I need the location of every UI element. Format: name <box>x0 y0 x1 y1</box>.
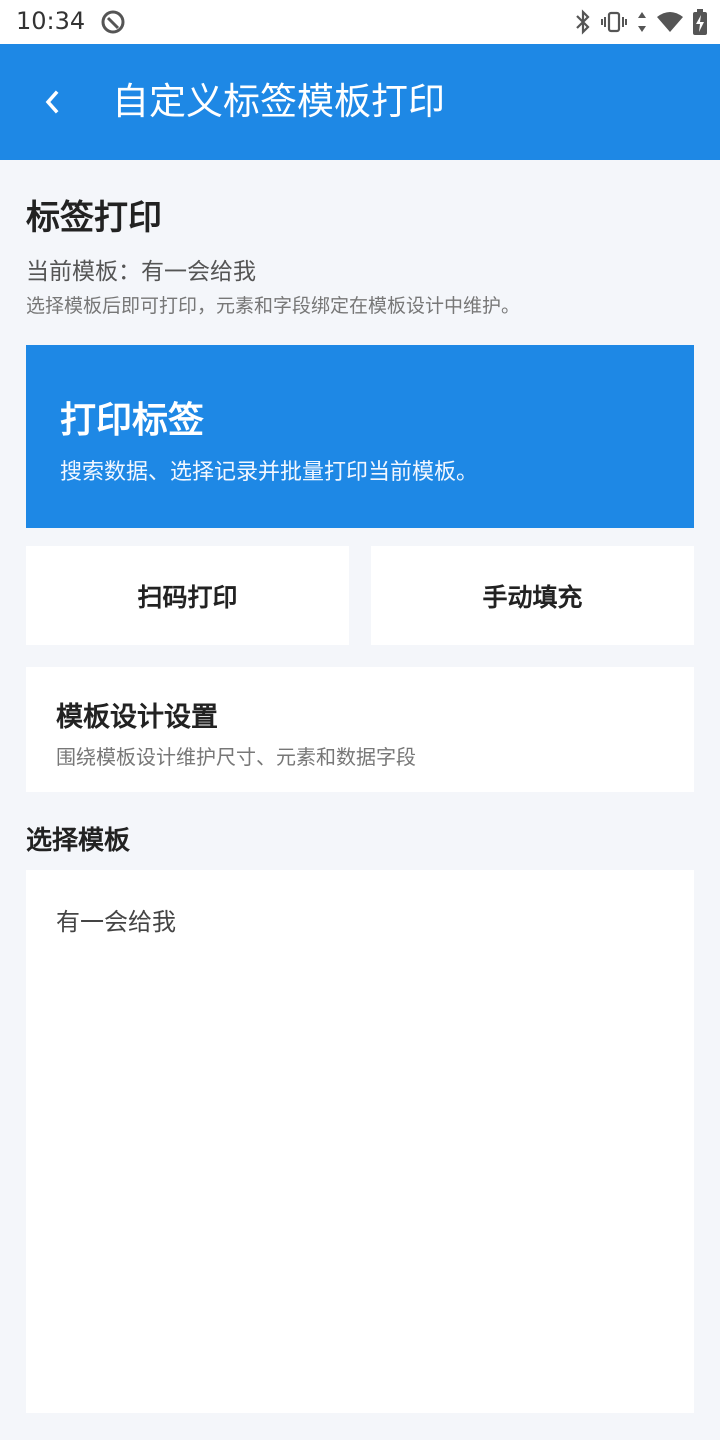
print-label-card[interactable]: 打印标签 搜索数据、选择记录并批量打印当前模板。 <box>26 345 694 528</box>
print-card-title: 打印标签 <box>60 400 205 441</box>
design-card-title: 模板设计设置 <box>56 702 218 733</box>
template-item-label: 有一会给我 <box>56 908 176 936</box>
chevron-left-icon <box>45 90 59 114</box>
data-arrows-icon <box>638 12 646 32</box>
template-list-item[interactable]: 有一会给我 <box>26 870 694 966</box>
status-bar: 10:34 <box>0 0 720 44</box>
manual-fill-button[interactable]: 手动填充 <box>371 546 694 645</box>
select-template-label: 选择模板 <box>26 826 131 856</box>
bluetooth-icon <box>576 9 590 35</box>
app-title: 自定义标签模板打印 <box>112 80 445 123</box>
vibrate-icon <box>601 11 627 33</box>
page-title: 标签打印 <box>26 198 162 238</box>
template-design-settings-card[interactable]: 模板设计设置 围绕模板设计维护尺寸、元素和数据字段 <box>26 667 694 792</box>
print-card-description: 搜索数据、选择记录并批量打印当前模板。 <box>60 460 479 485</box>
wifi-icon <box>657 12 683 32</box>
current-template-text: 当前模板：有一会给我 <box>26 259 256 285</box>
app-bar: 自定义标签模板打印 <box>0 44 720 160</box>
hint-text: 选择模板后即可打印，元素和字段绑定在模板设计中维护。 <box>26 295 521 317</box>
status-time: 10:34 <box>16 7 86 35</box>
battery-charging-icon <box>693 9 707 35</box>
scan-print-button[interactable]: 扫码打印 <box>26 546 349 645</box>
status-icons <box>574 8 708 36</box>
app-notification-icon <box>101 10 125 34</box>
design-card-description: 围绕模板设计维护尺寸、元素和数据字段 <box>56 745 416 769</box>
back-button[interactable] <box>24 72 80 132</box>
template-list: 有一会给我 <box>26 870 694 1413</box>
